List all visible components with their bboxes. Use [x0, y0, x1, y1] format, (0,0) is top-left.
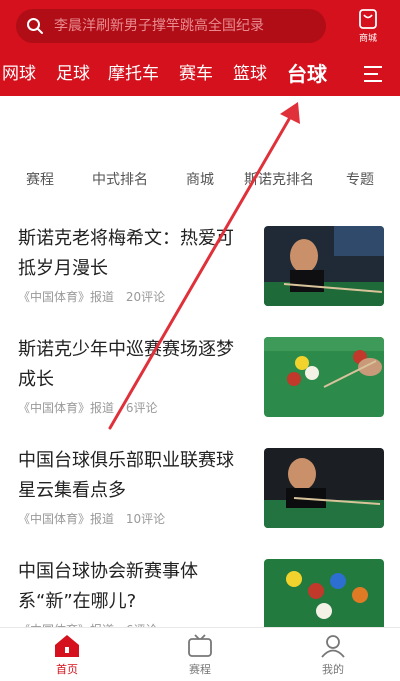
subtab-shop[interactable]: 商城 [186, 166, 214, 194]
article-meta: 《中国体育》报道 10评论 [18, 510, 173, 527]
article-item[interactable]: 斯诺克少年中巡赛赛场逐梦成长 《中国体育》报道 6评论 [0, 335, 400, 443]
tab-schedule-label: 赛程 [189, 663, 211, 676]
article-source: 《中国体育》报道 [18, 401, 115, 415]
top-header: 李晨洋刷新男子撑竿跳高全国纪录 商城 网球 足球 摩托车 赛车 篮球 台球 [0, 0, 400, 96]
article-title: 斯诺克老将梅希文：热爱可抵岁月漫长 [18, 228, 234, 279]
article-meta: 《中国体育》报道 6评论 [18, 399, 165, 416]
nav-item-basketball[interactable]: 篮球 [233, 56, 267, 92]
nav-item-racing[interactable]: 赛车 [179, 56, 213, 92]
tab-home-label: 首页 [56, 663, 78, 676]
tab-profile-label: 我的 [322, 663, 344, 676]
user-icon [321, 635, 345, 658]
article-comments: 6评论 [125, 401, 158, 415]
article-thumbnail [264, 226, 384, 306]
tab-schedule[interactable]: 赛程 [170, 634, 230, 677]
shop-label: 商城 [358, 34, 377, 44]
search-icon [27, 18, 43, 34]
subtab-special[interactable]: 专题 [346, 166, 374, 194]
article-title: 斯诺克少年中巡赛赛场逐梦成长 [18, 339, 234, 390]
article-comments: 20评论 [125, 290, 166, 304]
article-title: 中国台球协会新赛事体系“新”在哪儿? [18, 561, 198, 612]
article-thumbnail [264, 448, 384, 528]
article-thumbnail [264, 337, 384, 417]
tv-icon [188, 634, 212, 657]
shop-button[interactable]: 商城 [350, 8, 386, 46]
article-item[interactable]: 斯诺克老将梅希文：热爱可抵岁月漫长 《中国体育》报道 20评论 [0, 224, 400, 332]
home-icon [55, 635, 79, 657]
search-bar[interactable]: 李晨洋刷新男子撑竿跳高全国纪录 [16, 9, 326, 43]
shopping-bag-icon [359, 9, 377, 29]
category-nav: 网球 足球 摩托车 赛车 篮球 台球 [0, 56, 400, 92]
article-source: 《中国体育》报道 [18, 290, 115, 304]
nav-item-billiards[interactable]: 台球 [287, 56, 327, 92]
subtab-schedule[interactable]: 赛程 [26, 166, 54, 194]
nav-item-motorcycle[interactable]: 摩托车 [108, 56, 159, 92]
article-title: 中国台球俱乐部职业联赛球星云集看点多 [18, 450, 234, 501]
bottom-tab-bar: 首页 赛程 我的 [0, 627, 400, 681]
menu-icon[interactable] [362, 64, 384, 84]
nav-item-football[interactable]: 足球 [56, 56, 90, 92]
tab-home[interactable]: 首页 [37, 634, 97, 677]
article-source: 《中国体育》报道 [18, 512, 115, 526]
article-meta: 《中国体育》报道 20评论 [18, 288, 173, 305]
article-item[interactable]: 中国台球俱乐部职业联赛球星云集看点多 《中国体育》报道 10评论 [0, 446, 400, 554]
nav-item-tennis[interactable]: 网球 [2, 56, 36, 92]
search-placeholder: 李晨洋刷新男子撑竿跳高全国纪录 [54, 18, 264, 34]
article-comments: 10评论 [125, 512, 166, 526]
subtab-chinese-ranking[interactable]: 中式排名 [92, 166, 148, 194]
tab-profile[interactable]: 我的 [303, 634, 363, 677]
sub-tabs: 赛程 中式排名 商城 斯诺克排名 专题 [0, 166, 400, 194]
subtab-snooker-ranking[interactable]: 斯诺克排名 [244, 166, 314, 194]
